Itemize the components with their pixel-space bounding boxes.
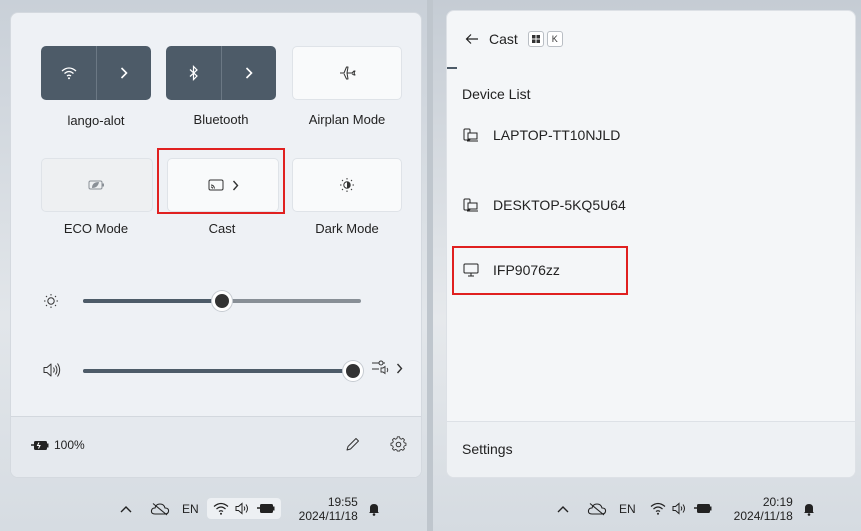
k-key: K bbox=[546, 31, 563, 47]
clock-left[interactable]: 19:55 2024/11/18 bbox=[299, 495, 358, 523]
cast-title: Cast bbox=[489, 31, 518, 47]
clock-time: 20:19 bbox=[762, 494, 793, 509]
speaker-icon bbox=[235, 502, 248, 515]
cast-label: Cast bbox=[208, 221, 236, 236]
brightness-icon bbox=[340, 178, 354, 192]
notification-bell-icon[interactable] bbox=[803, 502, 815, 516]
brightness-slider[interactable] bbox=[83, 291, 361, 311]
battery-status[interactable]: 100% bbox=[31, 438, 85, 452]
device-item-laptop[interactable]: LAPTOP-TT10NJLD bbox=[463, 127, 620, 143]
highlight-box-cast-tile bbox=[157, 148, 285, 214]
loading-indicator bbox=[447, 67, 457, 69]
chevron-up-icon[interactable] bbox=[120, 505, 132, 513]
volume-slider-thumb[interactable] bbox=[343, 361, 363, 381]
battery-charging-icon bbox=[693, 504, 712, 513]
chevron-up-icon[interactable] bbox=[557, 505, 569, 513]
device-list-heading: Device List bbox=[462, 86, 531, 102]
volume-slider-fill bbox=[83, 369, 353, 373]
audio-output-icon bbox=[372, 360, 389, 375]
speaker-icon bbox=[672, 502, 685, 515]
airplane-icon bbox=[340, 66, 356, 80]
wifi-icon bbox=[650, 502, 666, 515]
clock-right[interactable]: 20:19 2024/11/18 bbox=[734, 495, 793, 523]
clock-time: 19:55 bbox=[327, 494, 358, 509]
quick-settings-panel: lango-alot Bluetooth Airplan Mode ECO Mo… bbox=[10, 12, 422, 478]
bluetooth-expand-button[interactable] bbox=[222, 46, 276, 100]
wifi-tile bbox=[41, 46, 151, 100]
device-item-desktop[interactable]: DESKTOP-5KQ5U64 bbox=[463, 197, 626, 213]
taskbar-left: EN 19:55 2024/11/18 bbox=[110, 486, 430, 531]
brightness-slider-fill bbox=[83, 299, 222, 303]
wifi-label: lango-alot bbox=[67, 113, 125, 128]
clock-date: 2024/11/18 bbox=[733, 508, 793, 523]
wifi-icon bbox=[61, 67, 76, 80]
battery-saver-icon bbox=[88, 180, 104, 190]
computer-devices-icon bbox=[463, 128, 478, 142]
cast-panel: Cast K Device List LAPTOP-TT10NJLD DESKT… bbox=[446, 10, 856, 478]
wifi-icon bbox=[213, 502, 229, 515]
cast-header: Cast K bbox=[465, 31, 563, 47]
battery-charging-icon bbox=[31, 440, 49, 450]
airplane-mode-label: Airplan Mode bbox=[308, 112, 386, 127]
cast-settings-link[interactable]: Settings bbox=[462, 441, 513, 457]
brightness-icon bbox=[44, 294, 58, 308]
dark-mode-label: Dark Mode bbox=[315, 221, 379, 236]
chevron-right-icon bbox=[245, 67, 253, 79]
bluetooth-icon bbox=[189, 65, 198, 81]
network-volume-battery-tray[interactable] bbox=[206, 498, 281, 519]
back-arrow-icon[interactable] bbox=[465, 33, 479, 45]
brightness-slider-thumb[interactable] bbox=[212, 291, 232, 311]
wifi-expand-button[interactable] bbox=[97, 46, 151, 100]
windows-key-icon bbox=[527, 31, 544, 47]
device-name: DESKTOP-5KQ5U64 bbox=[493, 197, 626, 213]
device-name: LAPTOP-TT10NJLD bbox=[493, 127, 621, 143]
bluetooth-label: Bluetooth bbox=[193, 112, 249, 127]
highlight-box-ifp-device bbox=[452, 246, 628, 295]
wifi-toggle[interactable] bbox=[41, 46, 96, 100]
bluetooth-toggle[interactable] bbox=[166, 46, 221, 100]
keyboard-shortcut: K bbox=[527, 31, 563, 47]
speaker-icon bbox=[43, 363, 61, 377]
dark-mode-tile[interactable] bbox=[292, 158, 402, 212]
taskbar-right: EN 20:19 2024/11/18 bbox=[545, 486, 861, 531]
network-volume-battery-tray[interactable] bbox=[644, 498, 718, 519]
language-indicator[interactable]: EN bbox=[182, 502, 199, 516]
clock-date: 2024/11/18 bbox=[298, 508, 358, 523]
cast-footer: Settings bbox=[447, 421, 855, 477]
language-indicator[interactable]: EN bbox=[619, 502, 636, 516]
airplane-mode-tile[interactable] bbox=[292, 46, 402, 100]
audio-output-button[interactable] bbox=[371, 359, 403, 377]
eco-mode-label: ECO Mode bbox=[63, 221, 129, 236]
quick-settings-footer: 100% bbox=[11, 416, 421, 477]
battery-percent: 100% bbox=[54, 438, 85, 452]
settings-gear-icon[interactable] bbox=[390, 436, 407, 453]
battery-charging-icon bbox=[256, 504, 275, 513]
edit-pencil-icon[interactable] bbox=[345, 437, 360, 452]
notification-bell-icon[interactable] bbox=[368, 502, 380, 516]
bluetooth-tile bbox=[166, 46, 276, 100]
volume-slider[interactable] bbox=[83, 361, 363, 381]
chevron-right-icon bbox=[120, 67, 128, 79]
cloud-off-icon[interactable] bbox=[150, 502, 170, 516]
chevron-right-icon bbox=[396, 363, 403, 373]
screenshot-divider bbox=[427, 0, 433, 531]
computer-devices-icon bbox=[463, 198, 478, 212]
eco-mode-tile[interactable] bbox=[41, 158, 153, 212]
cloud-off-icon[interactable] bbox=[587, 502, 607, 516]
